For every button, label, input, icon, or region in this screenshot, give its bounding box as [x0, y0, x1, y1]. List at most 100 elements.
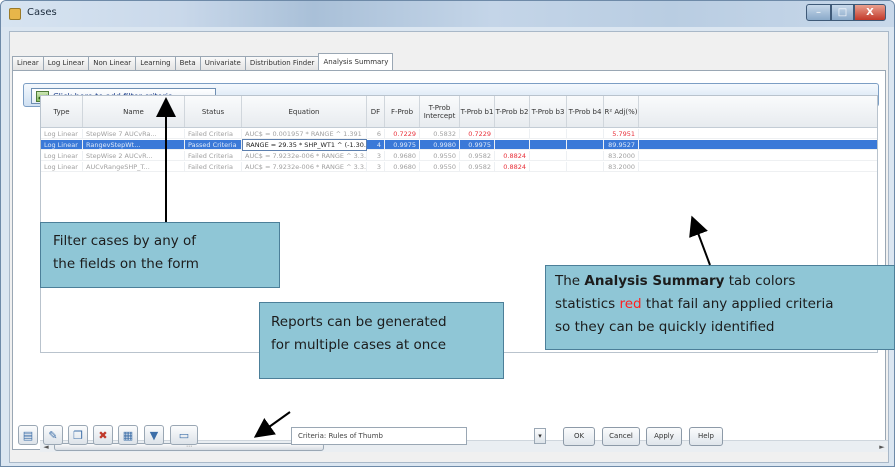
- table-cell: 3: [367, 151, 385, 160]
- column-header[interactable]: R² Adj(%): [604, 96, 639, 127]
- table-row[interactable]: Log Linear StepWise 2 AUCvR... Failed Crit…: [41, 151, 877, 161]
- table-row[interactable]: Log Linear RangevStepWt... Passed Criteria…: [41, 139, 877, 151]
- close-button[interactable]: X: [854, 4, 886, 21]
- summary-bold-text: Analysis Summary: [584, 273, 725, 289]
- delete-case-button[interactable]: ✖: [93, 425, 113, 445]
- report-button[interactable]: ▭: [170, 425, 198, 445]
- table-cell: [530, 162, 567, 171]
- apply-button[interactable]: Apply: [646, 427, 682, 446]
- tab-log-linear[interactable]: Log Linear: [42, 56, 90, 70]
- summary-line2-pre: statistics: [555, 296, 620, 312]
- table-cell: 0.9550: [420, 162, 460, 171]
- copy-case-button[interactable]: ❐: [68, 425, 88, 445]
- tab-non-linear[interactable]: Non Linear: [88, 56, 137, 70]
- table-cell: 0.5832: [420, 129, 460, 138]
- summary-callout-line2: statistics red that fail any applied cri…: [555, 293, 894, 316]
- column-header[interactable]: Equation: [242, 96, 367, 127]
- table-cell: 0.8824: [495, 151, 530, 160]
- column-header[interactable]: T-Prob b4: [567, 96, 604, 127]
- column-header[interactable]: T-Prob Intercept: [420, 96, 460, 127]
- table-row[interactable]: Log Linear AUCvRangeSHP_T... Failed Criter…: [41, 162, 877, 172]
- new-case-button[interactable]: ▤: [18, 425, 38, 445]
- tab-strip: Linear Log Linear Non Linear Learning Beta Un…: [12, 53, 394, 70]
- table-cell: Log Linear: [41, 162, 83, 171]
- edit-case-icon: ✎: [48, 428, 58, 442]
- summary-line2-post: that fail any applied criteria: [641, 296, 834, 312]
- table-cell: [530, 140, 567, 149]
- table-cell: 5.7951: [604, 129, 639, 138]
- summary-post-text: tab colors: [724, 273, 796, 289]
- ok-button[interactable]: OK: [563, 427, 595, 446]
- summary-callout: The Analysis Summary tab colors statisti…: [545, 265, 895, 350]
- column-header[interactable]: DF: [367, 96, 385, 127]
- reports-callout-line2: for multiple cases at once: [271, 337, 447, 353]
- table-cell: [495, 140, 530, 149]
- table-cell: 89.9527: [604, 140, 639, 149]
- column-header[interactable]: Status: [185, 96, 242, 127]
- edit-case-button[interactable]: ✎: [43, 425, 63, 445]
- filter-callout-line2: the fields on the form: [53, 256, 199, 272]
- window-controls: – □ X: [806, 4, 886, 21]
- table-cell: Log Linear: [41, 140, 83, 149]
- table-cell: 0.9975: [460, 140, 495, 149]
- table-cell: RANGE = 29.35 * SHP_WT1 ^ (-1.30...: [242, 139, 367, 151]
- table-cell: 0.7229: [460, 129, 495, 138]
- move-down-icon: ▼: [149, 428, 159, 442]
- tab-distribution-finder[interactable]: Distribution Finder: [244, 56, 320, 70]
- tab-linear[interactable]: Linear: [12, 56, 44, 70]
- help-button[interactable]: Help: [689, 427, 723, 446]
- table-cell: [495, 129, 530, 138]
- column-header[interactable]: T-Prob b1: [460, 96, 495, 127]
- minimize-button[interactable]: –: [806, 4, 831, 21]
- summary-red-word: red: [619, 296, 642, 312]
- table-cell: RangevStepWt...: [83, 140, 185, 149]
- criteria-select[interactable]: Criteria: Rules of Thumb: [291, 427, 467, 445]
- summary-pre-text: The: [555, 273, 585, 289]
- table-cell: 83.2000: [604, 151, 639, 160]
- filter-callout-line1: Filter cases by any of: [53, 233, 197, 249]
- table-cell: [530, 129, 567, 138]
- tab-learning[interactable]: Learning: [135, 56, 176, 70]
- new-case-icon: ▤: [22, 428, 34, 442]
- column-header[interactable]: F-Prob: [385, 96, 420, 127]
- table-cell: Failed Criteria: [185, 151, 242, 160]
- criteria-dropdown-icon[interactable]: ▾: [534, 428, 546, 444]
- table-cell: [567, 162, 604, 171]
- column-header[interactable]: Type: [41, 96, 83, 127]
- table-cell: Log Linear: [41, 129, 83, 138]
- table-cell: 0.9582: [460, 151, 495, 160]
- table-cell: AUC$ = 0.001957 * RANGE ^ 1.391: [242, 129, 367, 138]
- table-cell: 6: [367, 129, 385, 138]
- table-cell: Passed Criteria: [185, 140, 242, 149]
- table-cell: 0.7229: [385, 129, 420, 138]
- table-row[interactable]: Log Linear StepWise 7 AUCvRa... Failed Cri…: [41, 129, 877, 139]
- table-cell: 0.9980: [420, 140, 460, 149]
- copy-case-icon: ❐: [73, 428, 83, 442]
- column-header[interactable]: T-Prob b3: [530, 96, 567, 127]
- table-cell: 0.9550: [420, 151, 460, 160]
- cancel-button[interactable]: Cancel: [602, 427, 640, 446]
- maximize-button[interactable]: □: [831, 4, 854, 21]
- tab-univariate[interactable]: Univariate: [199, 56, 246, 70]
- column-header[interactable]: T-Prob b2: [495, 96, 530, 127]
- tab-analysis-summary[interactable]: Analysis Summary: [318, 53, 394, 70]
- tab-beta[interactable]: Beta: [174, 56, 201, 70]
- table-cell: 83.2000: [604, 162, 639, 171]
- move-down-button[interactable]: ▼: [144, 425, 164, 445]
- table-cell: StepWise 2 AUCvR...: [83, 151, 185, 160]
- table-cell: 3: [367, 162, 385, 171]
- table-cell: 0.9582: [460, 162, 495, 171]
- cases-app-icon: [9, 8, 21, 20]
- table-cell: 0.8824: [495, 162, 530, 171]
- scroll-right-icon[interactable]: ►: [877, 442, 887, 452]
- summary-callout-line1: The Analysis Summary tab colors: [555, 270, 894, 293]
- table-cell: StepWise 7 AUCvRa...: [83, 129, 185, 138]
- calculator-button[interactable]: ▦: [118, 425, 138, 445]
- summary-callout-line3: so they can be quickly identified: [555, 319, 775, 335]
- table-cell: 0.9975: [385, 140, 420, 149]
- table-cell: Log Linear: [41, 151, 83, 160]
- window-title: Cases: [27, 7, 57, 18]
- column-header[interactable]: Name: [83, 96, 185, 127]
- title-bar[interactable]: Cases – □ X: [1, 1, 894, 27]
- report-icon: ▭: [178, 428, 190, 442]
